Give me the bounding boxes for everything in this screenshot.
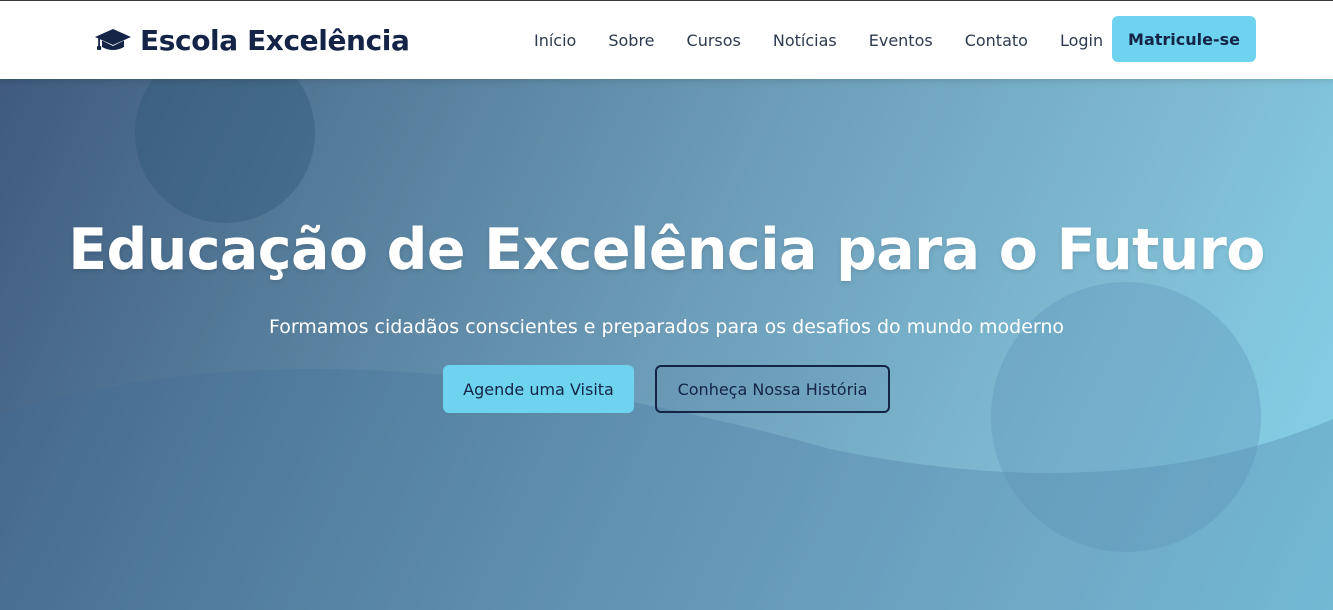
nav-item-login[interactable]: Login <box>1060 31 1103 50</box>
nav-item-sobre[interactable]: Sobre <box>608 31 654 50</box>
brand-logo-link[interactable]: Escola Excelência <box>94 21 410 59</box>
nav-item-cursos[interactable]: Cursos <box>687 31 741 50</box>
schedule-visit-button[interactable]: Agende uma Visita <box>443 365 634 413</box>
hero-decoration <box>0 79 1333 610</box>
main-nav: Início Sobre Cursos Notícias Eventos Con… <box>518 1 1119 79</box>
nav-item-noticias[interactable]: Notícias <box>773 31 837 50</box>
our-history-button[interactable]: Conheça Nossa História <box>655 365 890 413</box>
brand-name: Escola Excelência <box>140 23 410 57</box>
nav-item-eventos[interactable]: Eventos <box>869 31 933 50</box>
matricule-se-button[interactable]: Matricule-se <box>1112 16 1256 62</box>
graduation-cap-icon <box>95 29 131 50</box>
hero-actions: Agende uma Visita Conheça Nossa História <box>0 365 1333 413</box>
nav-item-contato[interactable]: Contato <box>965 31 1028 50</box>
hero-section: Educação de Excelência para o Futuro For… <box>0 79 1333 610</box>
hero-subtitle: Formamos cidadãos conscientes e preparad… <box>268 316 1065 338</box>
hero-title: Educação de Excelência para o Futuro <box>68 217 1265 283</box>
nav-item-inicio[interactable]: Início <box>534 31 576 50</box>
decor-circle-top-left <box>135 79 315 223</box>
site-header: Escola Excelência Início Sobre Cursos No… <box>0 1 1333 79</box>
